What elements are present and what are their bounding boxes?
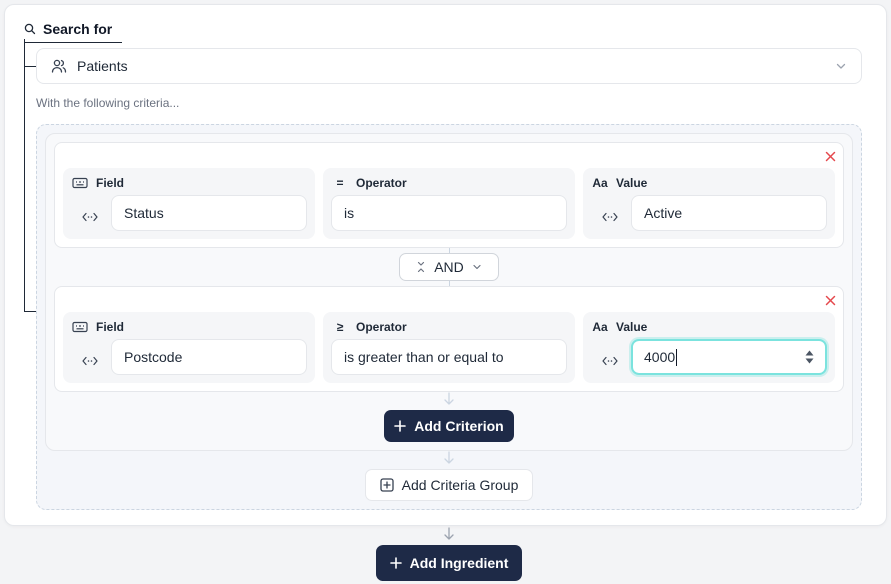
keyboard-icon bbox=[71, 321, 89, 333]
code-brackets-icon bbox=[81, 356, 99, 366]
field-input-value: Postcode bbox=[124, 349, 183, 365]
search-for-label: Search for bbox=[43, 21, 113, 37]
spinner-up-icon[interactable] bbox=[805, 350, 814, 356]
operator-cell: = Operator is bbox=[323, 168, 575, 239]
add-criteria-group-button[interactable]: Add Criteria Group bbox=[365, 469, 533, 501]
entity-select[interactable]: Patients bbox=[36, 48, 862, 84]
tree-line-branch-criteria bbox=[24, 311, 36, 312]
remove-criterion-button[interactable] bbox=[823, 149, 837, 163]
value-input[interactable]: Active bbox=[631, 195, 827, 231]
logic-connector-select[interactable]: AND bbox=[399, 253, 499, 281]
search-for-underline bbox=[24, 42, 123, 43]
text-caret bbox=[676, 348, 678, 366]
search-for-heading: Search for bbox=[24, 21, 123, 43]
operator-cell: ≥ Operator is greater than or equal to bbox=[323, 312, 575, 383]
add-ingredient-button[interactable]: Add Ingredient bbox=[376, 545, 522, 581]
plus-square-icon bbox=[379, 478, 394, 492]
field-label: Field bbox=[96, 320, 125, 334]
field-cell: Field Postcode bbox=[63, 312, 315, 383]
value-input-value: Active bbox=[644, 205, 683, 221]
chevron-down-icon bbox=[835, 60, 847, 72]
remove-criterion-button[interactable] bbox=[823, 293, 837, 307]
code-brackets-icon bbox=[81, 212, 99, 222]
text-type-icon: Aa bbox=[592, 320, 608, 334]
tree-line-branch-entity bbox=[24, 66, 36, 67]
close-icon bbox=[825, 295, 835, 305]
criterion-row: Field Postcode ≥ Operator is greater tha… bbox=[54, 286, 844, 392]
operator-label: Operator bbox=[356, 176, 407, 190]
operator-input-value: is bbox=[344, 205, 355, 221]
equals-icon: = bbox=[336, 176, 344, 190]
field-input[interactable]: Postcode bbox=[111, 339, 307, 375]
value-cell: Aa Value 4000 bbox=[583, 312, 835, 383]
value-label: Value bbox=[616, 176, 648, 190]
entity-select-value: Patients bbox=[77, 58, 128, 74]
greater-equal-icon: ≥ bbox=[336, 320, 344, 334]
logic-connector-value: AND bbox=[434, 259, 464, 275]
operator-input-value: is greater than or equal to bbox=[344, 349, 504, 365]
add-ingredient-label: Add Ingredient bbox=[409, 555, 509, 571]
spinner-down-icon[interactable] bbox=[805, 358, 814, 364]
code-brackets-icon bbox=[601, 356, 619, 366]
plus-icon bbox=[394, 420, 407, 432]
text-type-icon: Aa bbox=[592, 176, 608, 190]
users-icon bbox=[51, 58, 67, 74]
arrow-down-icon bbox=[443, 392, 455, 406]
field-input[interactable]: Status bbox=[111, 195, 307, 231]
value-cell: Aa Value Active bbox=[583, 168, 835, 239]
search-icon bbox=[24, 23, 36, 35]
close-icon bbox=[825, 151, 835, 161]
operator-input[interactable]: is greater than or equal to bbox=[331, 339, 567, 375]
criteria-intro-text: With the following criteria... bbox=[36, 96, 180, 110]
add-criteria-group-label: Add Criteria Group bbox=[401, 477, 519, 493]
value-input-value: 4000 bbox=[644, 349, 676, 365]
value-number-input[interactable]: 4000 bbox=[631, 339, 827, 375]
field-cell: Field Status bbox=[63, 168, 315, 239]
operator-input[interactable]: is bbox=[331, 195, 567, 231]
arrow-down-icon bbox=[443, 451, 455, 465]
tree-line-vertical bbox=[24, 39, 25, 312]
collapse-arrows-icon bbox=[416, 261, 426, 273]
field-label: Field bbox=[96, 176, 125, 190]
field-input-value: Status bbox=[124, 205, 164, 221]
value-label: Value bbox=[616, 320, 648, 334]
keyboard-icon bbox=[71, 177, 89, 189]
number-spinner[interactable] bbox=[805, 350, 814, 364]
chevron-down-icon bbox=[472, 262, 482, 272]
add-criterion-label: Add Criterion bbox=[414, 418, 504, 434]
code-brackets-icon bbox=[601, 212, 619, 222]
add-criterion-button[interactable]: Add Criterion bbox=[384, 410, 514, 442]
arrow-down-icon bbox=[443, 527, 455, 541]
criterion-row: Field Status = Operator is Aa Value Acti… bbox=[54, 142, 844, 248]
operator-label: Operator bbox=[356, 320, 407, 334]
plus-icon bbox=[389, 557, 402, 569]
